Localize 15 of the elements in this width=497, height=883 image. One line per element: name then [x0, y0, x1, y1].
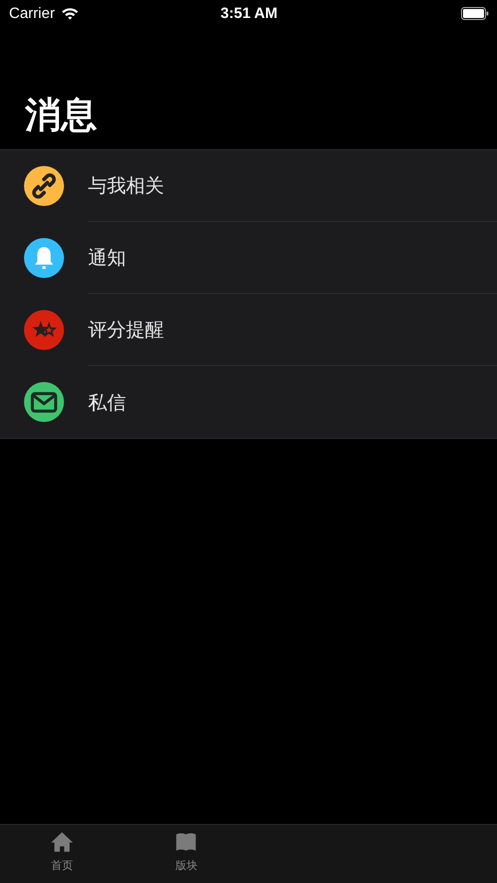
item-label: 评分提醒	[88, 318, 164, 343]
item-label: 与我相关	[88, 174, 164, 199]
list-item[interactable]: 通知	[0, 222, 497, 294]
item-label: 私信	[88, 390, 126, 416]
list-item[interactable]: 私信	[0, 366, 497, 438]
list-item[interactable]: 评分提醒	[0, 294, 497, 366]
page-title: 消息	[25, 94, 98, 138]
list-item[interactable]: 与我相关	[0, 150, 497, 222]
tab[interactable]: 版块	[124, 825, 248, 883]
status-time: 3:51 AM	[220, 4, 278, 22]
item-label: 通知	[88, 246, 126, 271]
wifi-icon	[60, 6, 79, 20]
carrier-name: Carrier	[9, 4, 55, 22]
tab[interactable]: 首页	[0, 825, 124, 883]
battery-icon	[461, 6, 489, 20]
